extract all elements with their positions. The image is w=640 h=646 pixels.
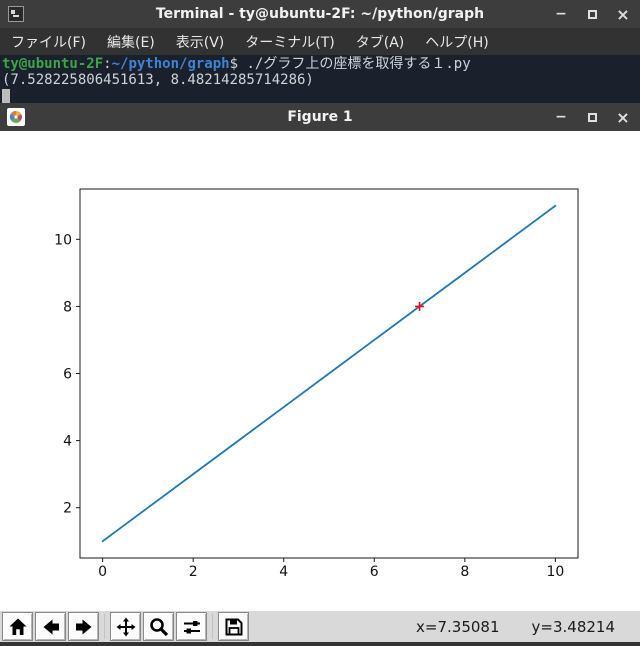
menu-edit[interactable]: 編集(E): [98, 29, 164, 55]
back-icon: [43, 619, 59, 634]
toolbar-separator: [101, 612, 108, 641]
prompt-user-host: ty@ubuntu-2F: [2, 56, 104, 72]
menu-tabs[interactable]: タブ(A): [347, 29, 414, 55]
configure-subplots-icon: [183, 620, 200, 633]
window-bottom-border: [0, 642, 640, 646]
figure-toolbar: x=7.35081 y=3.48214: [0, 611, 640, 642]
terminal-prompt-line: ty@ubuntu-2F:~/python/graph$ ./グラフ上の座標を取…: [2, 56, 640, 72]
figure-window-title: Figure 1: [287, 109, 353, 125]
svg-text:8: 8: [460, 564, 469, 580]
terminal-cursor: [2, 89, 10, 103]
pan-icon: [116, 617, 135, 636]
terminal-menubar: ファイル(F) 編集(E) 表示(V) ターミナル(T) タブ(A) ヘルプ(H…: [0, 28, 640, 55]
forward-icon: [75, 619, 91, 634]
terminal-minimize-icon[interactable]: −: [554, 6, 568, 22]
menu-file[interactable]: ファイル(F): [2, 29, 95, 55]
svg-text:4: 4: [279, 564, 288, 580]
figure-titlebar[interactable]: Figure 1 − ×: [0, 103, 640, 131]
figure-maximize-icon[interactable]: [585, 110, 599, 124]
zoom-button[interactable]: [143, 612, 174, 641]
zoom-icon: [149, 617, 168, 636]
home-icon: [9, 618, 26, 635]
terminal-output-area[interactable]: ty@ubuntu-2F:~/python/graph$ ./グラフ上の座標を取…: [0, 55, 640, 103]
status-y-coordinate: y=3.48214: [531, 617, 615, 636]
svg-text:6: 6: [63, 367, 72, 383]
svg-text:4: 4: [63, 434, 72, 450]
svg-text:8: 8: [63, 299, 72, 315]
svg-text:10: 10: [54, 232, 72, 248]
menu-view[interactable]: 表示(V): [167, 29, 234, 55]
prompt-separator: :: [103, 56, 112, 72]
status-x-coordinate: x=7.35081: [416, 617, 500, 636]
terminal-titlebar[interactable]: Terminal - ty@ubuntu-2F: ~/python/graph …: [0, 0, 640, 28]
terminal-output-line: (7.528225806451613, 8.48214285714286): [2, 72, 314, 88]
terminal-close-icon[interactable]: ×: [616, 5, 630, 24]
save-button[interactable]: [218, 612, 249, 641]
terminal-window: Terminal - ty@ubuntu-2F: ~/python/graph …: [0, 0, 640, 103]
matplotlib-app-icon: [7, 108, 25, 126]
svg-text:6: 6: [370, 564, 379, 580]
terminal-cursor-line: [2, 88, 640, 104]
configure-subplots-button[interactable]: [176, 612, 207, 641]
figure-canvas[interactable]: 0 2 4 6 8 10 2 4 6 8 10: [0, 131, 640, 611]
menu-help[interactable]: ヘルプ(H): [416, 29, 497, 55]
figure-minimize-icon[interactable]: −: [554, 109, 568, 125]
figure-window: Figure 1 − × 0 2 4 6 8 10 2 4 6 8 10 x=7…: [0, 103, 640, 646]
pan-button[interactable]: [110, 612, 141, 641]
terminal-app-icon: [7, 5, 25, 23]
toolbar-separator: [209, 612, 216, 641]
svg-text:10: 10: [546, 564, 564, 580]
svg-text:0: 0: [98, 564, 107, 580]
prompt-path: ~/python/graph: [111, 56, 230, 72]
home-button[interactable]: [2, 612, 33, 641]
figure-canvas-svg[interactable]: 0 2 4 6 8 10 2 4 6 8 10: [0, 131, 640, 611]
terminal-window-title: Terminal - ty@ubuntu-2F: ~/python/graph: [155, 6, 485, 22]
menu-terminal[interactable]: ターミナル(T): [236, 29, 343, 55]
terminal-maximize-icon[interactable]: [585, 7, 599, 21]
save-icon: [225, 618, 242, 635]
figure-close-icon[interactable]: ×: [616, 108, 630, 127]
terminal-command: ./グラフ上の座標を取得する１.py: [246, 56, 471, 72]
back-button[interactable]: [35, 612, 66, 641]
svg-text:2: 2: [63, 501, 72, 517]
svg-text:2: 2: [189, 564, 198, 580]
forward-button[interactable]: [68, 612, 99, 641]
prompt-dollar: $: [229, 56, 239, 72]
